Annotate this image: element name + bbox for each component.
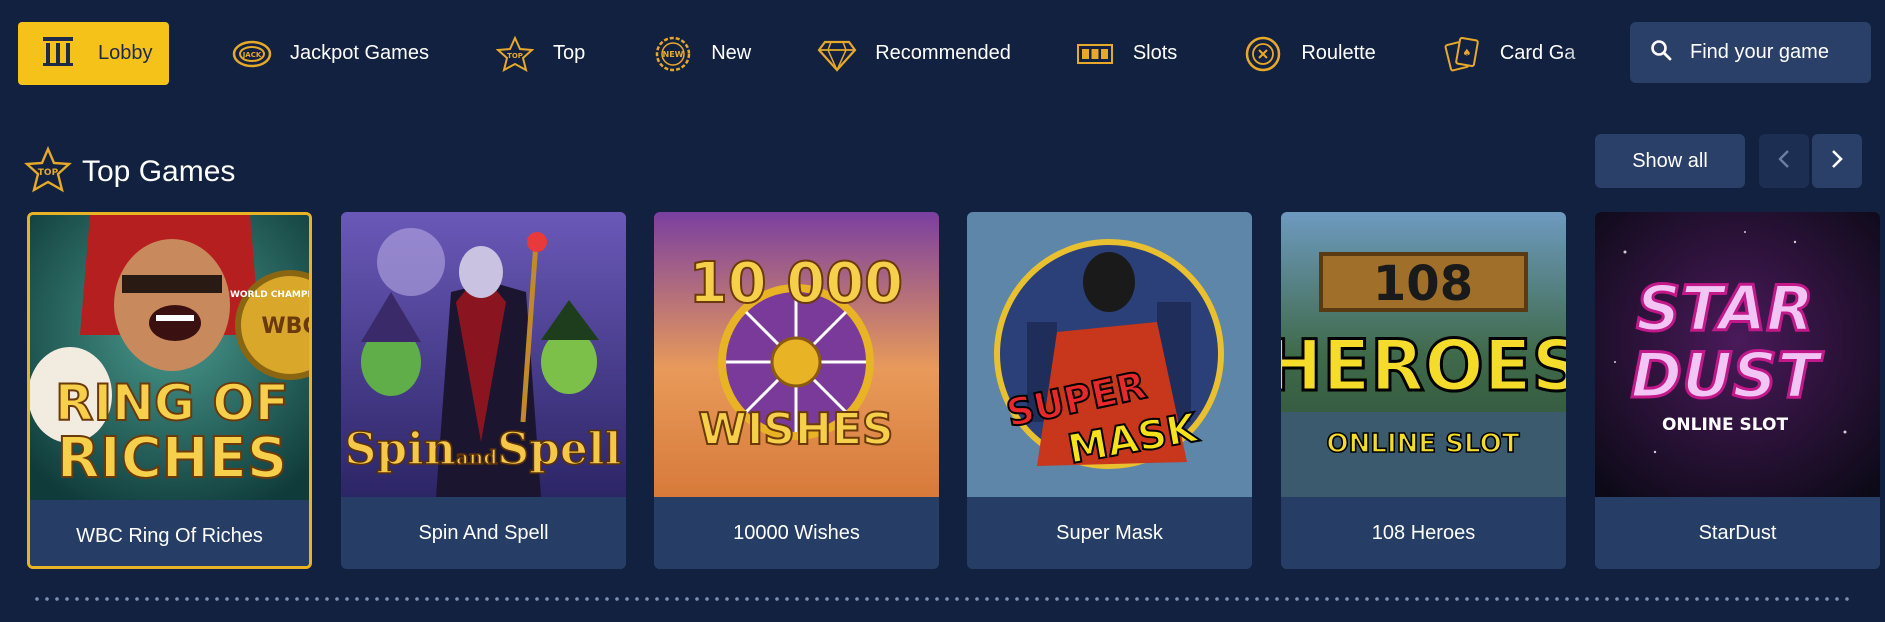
game-card-10000-wishes[interactable]: 10 000 WISHES 10000 Wishes [654, 212, 939, 569]
section-title: Top Games [82, 155, 236, 188]
game-thumbnail: 108 HEROES ONLINE SLOT [1281, 212, 1566, 497]
svg-text:WBC: WBC [261, 314, 312, 339]
svg-text:10 000: 10 000 [689, 251, 903, 316]
svg-text:NEW: NEW [663, 50, 684, 59]
game-card-super-mask[interactable]: SUPER MASK Super Mask [967, 212, 1252, 569]
svg-text:WISHES: WISHES [698, 404, 893, 455]
roulette-icon [1243, 34, 1283, 74]
chevron-right-icon [1830, 148, 1844, 175]
lobby-button[interactable]: Lobby [18, 22, 169, 85]
game-thumbnail: SUPER MASK [967, 212, 1252, 497]
nav-item-jackpot-games[interactable]: JACK Jackpot Games [232, 34, 429, 74]
carousel-next-button[interactable] [1812, 134, 1862, 188]
svg-text:108: 108 [1373, 256, 1473, 312]
game-title: StarDust [1595, 497, 1880, 569]
game-card-wbc-ring-of-riches[interactable]: WBC WORLD CHAMPION RING OF RICHES WBC Ri… [27, 212, 312, 569]
nav-item-slots[interactable]: Slots [1075, 34, 1177, 74]
section-header: TOP Top Games [24, 145, 236, 199]
nav-item-recommended[interactable]: Recommended [817, 34, 1011, 74]
nav-item-label: Jackpot Games [290, 42, 429, 64]
nav-item-label: New [711, 42, 752, 64]
svg-text:ONLINE SLOT: ONLINE SLOT [1662, 415, 1789, 435]
game-card-108-heroes[interactable]: 108 HEROES ONLINE SLOT 108 Heroes [1281, 212, 1566, 569]
nav-item-new[interactable]: NEW New [653, 34, 751, 74]
nav-item-roulette[interactable]: Roulette [1243, 34, 1376, 74]
svg-text:JACK: JACK [242, 51, 262, 59]
nav-scroll-fade [1560, 22, 1630, 85]
game-title: 10000 Wishes [654, 497, 939, 569]
jackpot-icon: JACK [232, 34, 272, 74]
nav-item-label: Slots [1132, 42, 1178, 64]
nav-item-label: Recommended [875, 42, 1011, 64]
top-star-icon: TOP [24, 145, 72, 199]
svg-text:TOP: TOP [38, 168, 59, 178]
svg-text:RING OF: RING OF [55, 374, 289, 432]
lobby-label: Lobby [98, 42, 153, 64]
diamond-icon [817, 34, 857, 74]
nav-item-top[interactable]: TOP Top [495, 34, 585, 74]
game-title: Spin And Spell [341, 497, 626, 569]
game-thumbnail: STAR DUST ONLINE SLOT [1595, 212, 1880, 497]
svg-text:STAR: STAR [1636, 272, 1814, 345]
section-divider [32, 596, 1852, 602]
chevron-left-icon [1777, 148, 1791, 175]
nav-item-card-games[interactable]: ♠ Card Ga [1442, 34, 1575, 74]
game-title: 108 Heroes [1281, 497, 1566, 569]
game-title: Super Mask [967, 497, 1252, 569]
carousel-prev-button[interactable] [1759, 134, 1809, 188]
game-card-stardust[interactable]: STAR DUST ONLINE SLOT StarDust [1595, 212, 1880, 569]
top-navigation: Lobby JACK Jackpot Games TOP Top NEW New… [0, 0, 1885, 106]
game-thumbnail: SpinandSpell [341, 212, 626, 497]
svg-text:DUST: DUST [1631, 339, 1824, 412]
game-carousel: WBC WORLD CHAMPION RING OF RICHES WBC Ri… [27, 212, 1885, 569]
search-placeholder: Find your game [1690, 41, 1829, 63]
game-thumbnail: WBC WORLD CHAMPION RING OF RICHES [30, 215, 312, 500]
lobby-icon [40, 33, 76, 75]
game-title: WBC Ring Of Riches [30, 500, 309, 566]
search-input[interactable]: Find your game [1630, 22, 1871, 83]
top-star-icon: TOP [495, 34, 535, 74]
slot-reels-icon [1075, 34, 1115, 74]
cards-icon: ♠ [1442, 34, 1482, 74]
show-all-button[interactable]: Show all [1595, 134, 1745, 188]
game-thumbnail: 10 000 WISHES [654, 212, 939, 497]
game-card-spin-and-spell[interactable]: SpinandSpell Spin And Spell [341, 212, 626, 569]
svg-text:TOP: TOP [507, 52, 523, 60]
nav-item-label: Roulette [1301, 42, 1376, 64]
nav-item-label: Top [552, 42, 586, 64]
search-icon [1650, 39, 1672, 67]
svg-text:HEROES: HEROES [1281, 325, 1566, 407]
new-badge-icon: NEW [653, 34, 693, 74]
svg-text:ONLINE SLOT: ONLINE SLOT [1327, 429, 1520, 459]
svg-text:WORLD CHAMPION: WORLD CHAMPION [230, 290, 312, 300]
category-nav: JACK Jackpot Games TOP Top NEW New Recom… [232, 22, 1612, 85]
svg-text:♠: ♠ [1462, 48, 1471, 59]
svg-text:RICHES: RICHES [57, 426, 288, 491]
